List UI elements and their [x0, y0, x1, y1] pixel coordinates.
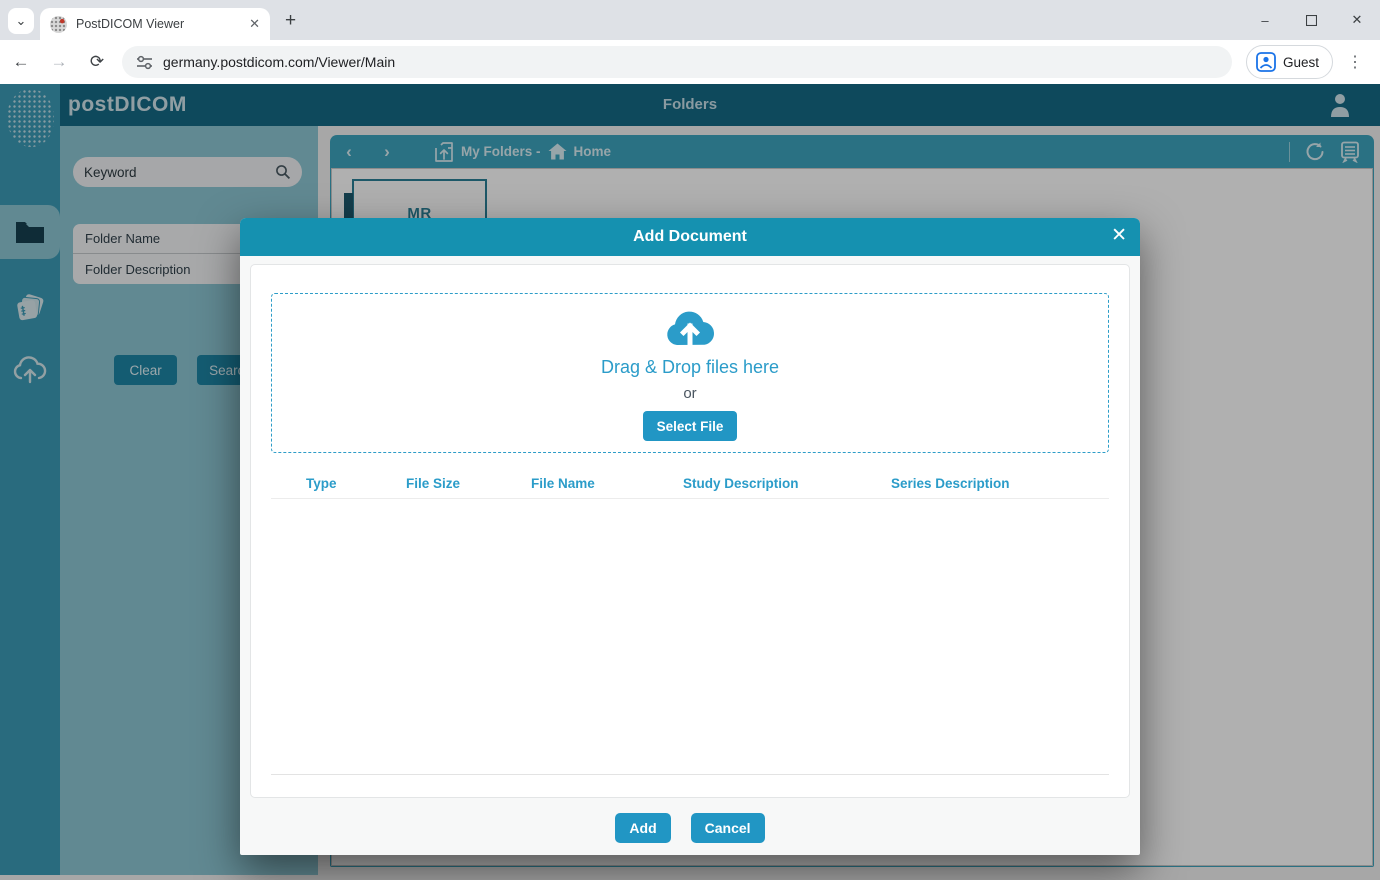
column-study-description: Study Description [683, 476, 891, 491]
forward-button[interactable]: → [42, 45, 76, 79]
back-button[interactable]: ← [4, 45, 38, 79]
tab-title: PostDICOM Viewer [76, 17, 240, 31]
site-settings-icon [136, 55, 153, 70]
tab-search-button[interactable]: ⌄ [8, 8, 34, 34]
cloud-upload-icon [664, 305, 716, 347]
address-bar[interactable]: germany.postdicom.com/Viewer/Main [122, 46, 1232, 78]
url-text: germany.postdicom.com/Viewer/Main [163, 54, 395, 70]
tab-close-icon[interactable]: ✕ [249, 16, 260, 32]
browser-tab-strip: ⌄ PostDICOM Viewer ✕ + – ✕ [0, 0, 1380, 40]
file-table-header: Type File Size File Name Study Descripti… [271, 469, 1109, 499]
profile-button[interactable]: Guest [1246, 45, 1333, 79]
drag-drop-text: Drag & Drop files here [601, 357, 779, 378]
dialog-footer: Add Cancel [240, 800, 1140, 855]
window-maximize-button[interactable] [1288, 0, 1334, 40]
select-file-button[interactable]: Select File [643, 411, 737, 441]
browser-tab[interactable]: PostDICOM Viewer ✕ [40, 8, 270, 40]
maximize-icon [1306, 15, 1317, 26]
browser-toolbar: ← → ⟳ germany.postdicom.com/Viewer/Main … [0, 40, 1380, 84]
window-close-button[interactable]: ✕ [1334, 0, 1380, 40]
profile-label: Guest [1283, 55, 1319, 70]
cancel-button[interactable]: Cancel [691, 813, 765, 843]
add-document-dialog: Add Document ✕ Drag & Drop files here or… [240, 218, 1140, 855]
column-type: Type [306, 476, 406, 491]
dialog-body: Drag & Drop files here or Select File Ty… [240, 256, 1140, 800]
postdicom-favicon-icon [50, 16, 67, 33]
upload-panel: Drag & Drop files here or Select File Ty… [250, 264, 1130, 798]
new-tab-button[interactable]: + [285, 10, 296, 32]
dialog-title: Add Document [633, 228, 747, 246]
column-series-description: Series Description [891, 476, 1109, 491]
chevron-down-icon: ⌄ [16, 13, 27, 29]
reload-button[interactable]: ⟳ [80, 45, 114, 79]
window-minimize-button[interactable]: – [1242, 0, 1288, 40]
browser-menu-button[interactable]: ⋮ [1343, 52, 1367, 72]
or-text: or [683, 385, 696, 402]
dropzone[interactable]: Drag & Drop files here or Select File [271, 293, 1109, 453]
guest-avatar-icon [1256, 52, 1276, 72]
postdicom-app: postDICOM Folders [0, 84, 1380, 880]
file-table-body [271, 499, 1109, 775]
column-file-size: File Size [406, 476, 531, 491]
column-file-name: File Name [531, 476, 683, 491]
add-button[interactable]: Add [615, 813, 670, 843]
dialog-close-icon[interactable]: ✕ [1111, 225, 1127, 247]
window-controls: – ✕ [1242, 0, 1380, 40]
dialog-header: Add Document ✕ [240, 218, 1140, 256]
